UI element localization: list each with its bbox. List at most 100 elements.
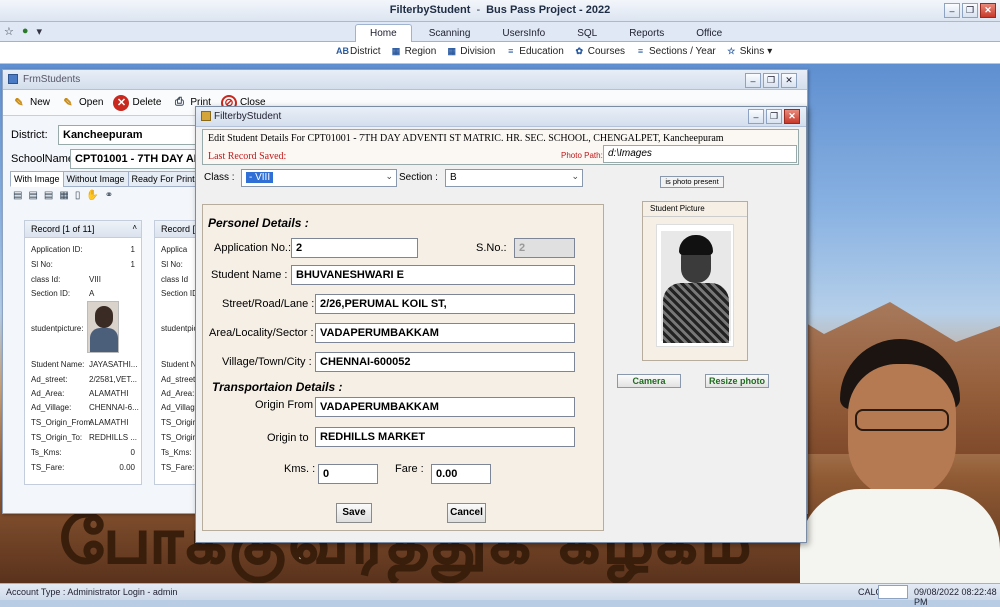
card-view-icon[interactable]: ▤ — [28, 190, 37, 201]
ribbon-education[interactable]: ≡ Education — [505, 46, 564, 57]
ribbon-sections[interactable]: ≡ Sections / Year — [635, 46, 716, 57]
layout-icon[interactable]: ▦ — [59, 190, 68, 201]
ribbon-division[interactable]: ▦ Division — [446, 46, 496, 57]
transport-details-header: Transportaion Details : — [212, 380, 343, 394]
record-label: studentpic — [161, 324, 198, 333]
street-field[interactable]: 2/26,PERUMAL KOIL ST, — [315, 294, 575, 314]
cancel-button[interactable]: Cancel — [447, 503, 486, 523]
grid-view-icon[interactable]: ▤ — [13, 190, 22, 201]
open-label: Open — [79, 97, 104, 108]
open-button[interactable]: ✎ Open — [60, 95, 103, 111]
close-icon[interactable]: ✕ — [784, 109, 800, 124]
origin-to-field[interactable]: REDHILLS MARKET — [315, 427, 575, 447]
tab-sql[interactable]: SQL — [562, 24, 612, 42]
restore-icon[interactable]: ❐ — [962, 3, 978, 18]
kms-label: Kms. : — [284, 463, 316, 475]
record-value: 0 — [130, 448, 135, 457]
ribbon-region[interactable]: ▦ Region — [391, 46, 436, 57]
app-titlebar: FilterbyStudent - Bus Pass Project - 2022 … — [0, 0, 1000, 22]
school-label: SchoolName: — [11, 153, 78, 165]
ribbon-skins[interactable]: ☆ Skins ▾ — [726, 46, 772, 57]
tab-home[interactable]: Home — [355, 24, 412, 42]
tab-office[interactable]: Office — [681, 24, 737, 42]
record-label: Sl No: — [161, 260, 183, 269]
class-select[interactable]: - VIII ⌄ — [241, 169, 397, 187]
dropdown-arrow-icon[interactable]: ▾ — [37, 25, 43, 38]
chevron-down-icon: ⌄ — [385, 171, 393, 181]
division-icon: ▦ — [447, 46, 457, 56]
photo-path-field[interactable]: d:\Images — [603, 145, 797, 163]
area-field[interactable]: VADAPERUMBAKKAM — [315, 323, 575, 343]
app-title: FilterbyStudent - Bus Pass Project - 2022 — [0, 4, 1000, 16]
open-icon: ✎ — [63, 97, 73, 109]
restore-icon[interactable]: ❐ — [766, 109, 782, 124]
calc-box[interactable] — [878, 585, 908, 599]
new-button[interactable]: ✎ New — [11, 95, 50, 111]
record-label: TS_Origin — [161, 433, 198, 442]
tab-scanning[interactable]: Scanning — [414, 24, 486, 42]
fare-field[interactable]: 0.00 — [431, 464, 491, 484]
area-label: Area/Locality/Sector : — [209, 327, 314, 339]
ribbon-tabs: ☆ ● ▾ Home Scanning UsersInfo SQL Report… — [0, 22, 1000, 42]
record-card[interactable]: Record [1 of 11] ˄ Application ID: Sl No:… — [24, 220, 142, 485]
record-label: Application ID: — [31, 245, 83, 254]
frm-students-controls: – ❐ ✕ — [745, 73, 797, 88]
district-field[interactable]: Kancheepuram — [58, 125, 203, 145]
dialog-title: FilterbyStudent — [214, 111, 282, 122]
restore-icon[interactable]: ❐ — [763, 73, 779, 88]
ribbon-courses[interactable]: ✿ Courses — [574, 46, 625, 57]
frm-students-title: FrmStudents — [23, 74, 81, 85]
pan-icon[interactable]: ✋ — [86, 190, 98, 201]
globe-icon[interactable]: ● — [22, 25, 29, 38]
application-no-field[interactable]: 2 — [291, 238, 418, 258]
record-value: ALAMATHI — [89, 418, 129, 427]
app-title-sep: - — [476, 4, 481, 16]
kms-field[interactable]: 0 — [318, 464, 378, 484]
district-icon: AB — [336, 46, 349, 56]
record-label: Ad_street: — [31, 375, 68, 384]
student-name-field[interactable]: BHUVANESHWARI E — [291, 265, 575, 285]
minimize-icon[interactable]: – — [944, 3, 960, 18]
ribbon-district[interactable]: AB District — [336, 46, 381, 57]
close-icon[interactable]: ✕ — [980, 3, 996, 18]
camera-button[interactable]: Camera — [617, 374, 681, 388]
collapse-icon[interactable]: ˄ — [132, 223, 137, 232]
resize-photo-button[interactable]: Resize photo — [705, 374, 769, 388]
account-type-status: Account Type : Administrator Login - adm… — [6, 587, 178, 597]
school-field[interactable]: CPT01001 - 7TH DAY ADVENTI — [70, 149, 203, 169]
delete-button[interactable]: ✕ Delete — [113, 94, 161, 111]
columns-icon[interactable]: ▯ — [75, 190, 81, 201]
minimize-icon[interactable]: – — [745, 73, 761, 88]
record-label: TS_Fare: — [161, 463, 195, 472]
filter-by-student-dialog: FilterbyStudent – ❐ ✕ Edit Student Detai… — [195, 106, 807, 543]
region-icon: ▦ — [391, 46, 401, 56]
link-icon[interactable]: ⚭ — [105, 190, 113, 201]
tab-without-image[interactable]: Without Image — [62, 171, 129, 187]
save-button[interactable]: Save — [336, 503, 372, 523]
record-label: Section ID: — [31, 289, 71, 298]
record-value: 2/2581,VET... — [89, 375, 138, 384]
section-select[interactable]: B ⌄ — [445, 169, 583, 187]
is-photo-present-button[interactable]: is photo present — [660, 176, 724, 188]
tab-usersinfo[interactable]: UsersInfo — [487, 24, 560, 42]
village-field[interactable]: CHENNAI-600052 — [315, 352, 575, 372]
status-bar: Account Type : Administrator Login - adm… — [0, 583, 1000, 607]
app-title-left: FilterbyStudent — [389, 4, 471, 16]
class-label: Class : — [204, 172, 235, 183]
new-label: New — [30, 97, 51, 108]
list-view-icon[interactable]: ▤ — [44, 190, 53, 201]
sno-field[interactable]: 2 — [514, 238, 575, 258]
student-photo[interactable] — [656, 224, 734, 347]
ribbon-sections-label: Sections / Year — [649, 46, 716, 57]
tab-with-image[interactable]: With Image — [10, 171, 64, 187]
tab-reports[interactable]: Reports — [614, 24, 679, 42]
tab-ready-for-print[interactable]: Ready For Print — [127, 171, 199, 187]
record-label: TS_Fare: — [31, 463, 65, 472]
minimize-icon[interactable]: – — [748, 109, 764, 124]
app-title-right: Bus Pass Project - 2022 — [486, 4, 611, 16]
edit-student-caption: Edit Student Details For CPT01001 - 7TH … — [208, 133, 724, 144]
close-icon[interactable]: ✕ — [781, 73, 797, 88]
star-icon[interactable]: ☆ — [4, 25, 14, 38]
personal-details-header: Personel Details : — [208, 216, 309, 230]
origin-from-field[interactable]: VADAPERUMBAKKAM — [315, 397, 575, 417]
